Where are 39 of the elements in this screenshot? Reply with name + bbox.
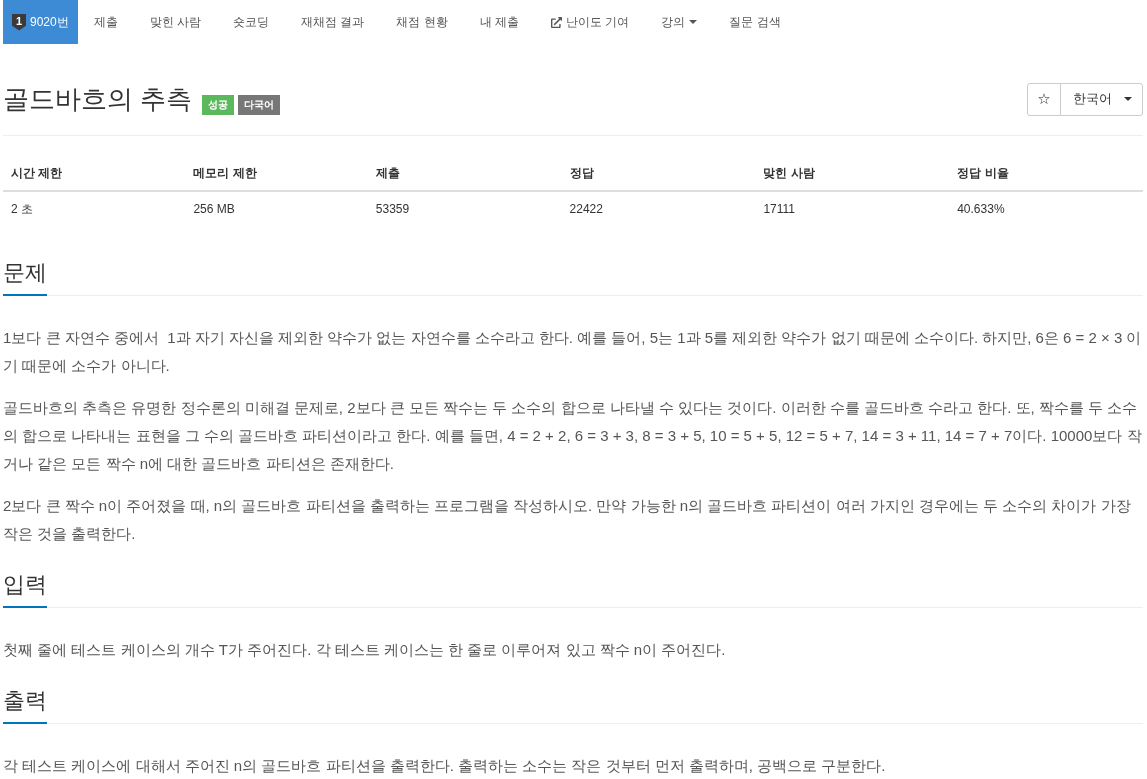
language-dropdown[interactable]: 한국어 [1060,82,1143,116]
table-cell: 53359 [367,191,562,226]
rank-badge: 1 [12,13,26,31]
problem-tab[interactable]: 1 9020번 [3,0,78,44]
section-heading: 출력 [3,689,47,724]
problem-title: 골드바흐의 추측 [3,83,193,116]
caret-icon [1124,97,1132,101]
table-header-cell: 정답 [561,156,756,191]
table-cell: 22422 [561,191,756,226]
table-header-cell: 맞힌 사람 [755,156,950,191]
table-header-cell: 메모리 제한 [185,156,368,191]
paragraph: 2보다 큰 짝수 n이 주어졌을 때, n의 골드바흐 파티션을 출력하는 프로그램을 작성하시오. 만약 가능한 n의 골드바흐 파티션이 여러 가지인 경우에는 두 소수의 차이가 가장 작은 것을 출력한다. [3,496,1132,544]
nav-link[interactable]: 재채점 결과 [285,0,381,44]
nav-link[interactable]: 질문 검색 [713,0,797,44]
table-header-cell: 정답 비율 [949,156,1143,191]
nav-link[interactable]: 난이도 기여 [535,0,646,44]
nav-link[interactable]: 제출 [77,0,134,44]
table-cell: 256 MB [185,191,368,226]
paragraph: 각 테스트 케이스에 대해서 주어진 n의 골드바흐 파티션을 출력한다. 출력하는 소수는 작은 것부터 먼저 출력하며, 공백으로 구분한다. [3,756,887,776]
status-label: 다국어 [238,95,281,115]
table-cell: 17111 [755,191,950,226]
table-header-cell: 제출 [367,156,562,191]
table-cell: 40.633% [949,191,1143,226]
status-label: 성공 [202,95,235,115]
caret-icon [689,20,698,24]
external-link-icon [551,16,563,28]
nav-link[interactable]: 내 제출 [463,0,536,44]
table-cell: 2 초 [3,191,186,226]
nav-link[interactable]: 숏코딩 [217,0,286,44]
section-heading: 문제 [3,261,47,296]
paragraph: 첫째 줄에 테스트 케이스의 개수 T가 주어진다. 각 테스트 케이스는 한 줄로 이루어져 있고 짝수 n이 주어진다. [3,640,727,660]
section-heading: 입력 [3,573,47,608]
paragraph: 1보다 큰 자연수 중에서 1과 자기 자신을 제외한 약수가 없는 자연수를 소수라고 한다. 예를 들어, 5는 1과 5를 제외한 약수가 없기 때문에 소수이다. 하지만, 6은 6 = 2 × 3 이기 때문에 소수가 아니다. [3,328,1143,376]
nav-dropdown[interactable]: 강의 [645,0,714,44]
nav-link[interactable]: 맞힌 사람 [133,0,218,44]
nav-link[interactable]: 채점 현황 [380,0,464,44]
table-header-cell: 시간 제한 [3,156,186,191]
star-button[interactable]: ☆ [1027,82,1061,116]
paragraph: 골드바흐의 추측은 유명한 정수론의 미해결 문제로, 2보다 큰 모든 짝수는 두 소수의 합으로 나타낼 수 있다는 것이다. 이러한 수를 골드바흐 수라고 한다. 또, 짝수를 두 소수의 합으로 나타내는 표현을 그 수의 골드바흐 파티션이라고 한다. 예를 들면, 4 = 2 + 2, 6 = 3 + 3, 8 = 3 + 5, 10 = 5 + 5, 12 = 5 + 7, 14 = 3 + 11, 14 = 7 + 7이다. 10000보다 작거나 같은 모든 짝수 n에 대한 골드바흐 파티션은 존재한다. [3,398,1143,474]
